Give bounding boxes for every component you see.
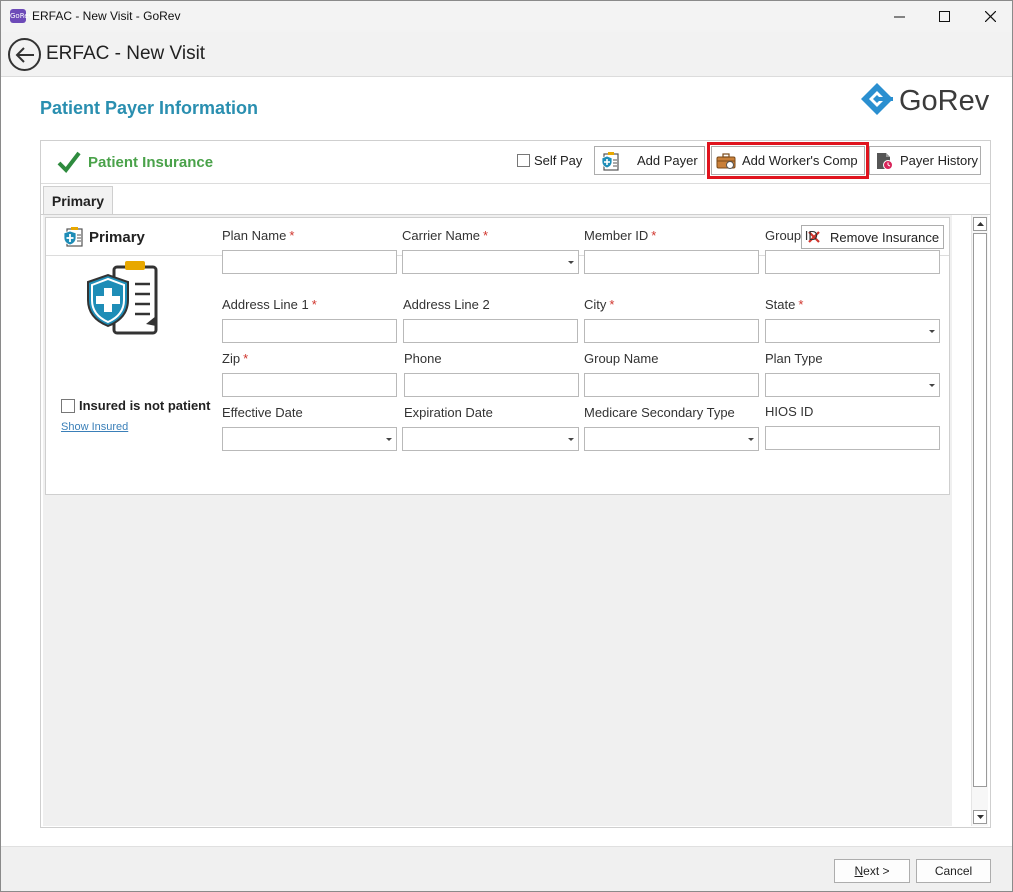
cancel-button[interactable]: Cancel (916, 859, 991, 883)
insured-not-patient-checkbox[interactable]: Insured is not patient (61, 398, 210, 413)
phone-label: Phone (404, 351, 442, 366)
close-icon (984, 11, 996, 22)
plan-type-label: Plan Type (765, 351, 823, 366)
member-id-input[interactable] (584, 250, 759, 274)
address-line-2-label: Address Line 2 (403, 297, 490, 312)
group-name-label: Group Name (584, 351, 659, 366)
hios-id-label: HIOS ID (765, 404, 814, 419)
gorev-logo: GoRev (859, 81, 994, 125)
maximize-icon (938, 11, 950, 22)
page-title: Patient Payer Information (40, 98, 259, 118)
next-label: ext > (863, 864, 890, 878)
next-mnemonic: N (854, 864, 864, 878)
panel-title: Patient Insurance (88, 154, 214, 171)
self-pay-checkbox[interactable]: Self Pay (517, 153, 582, 168)
checkbox-box[interactable] (517, 154, 530, 167)
group-id-input[interactable] (765, 250, 940, 274)
group-id-label: Group ID (765, 228, 818, 243)
patient-insurance-panel: Patient Insurance Self Pay Add Payer Add… (40, 140, 991, 828)
hios-id-input[interactable] (765, 426, 940, 450)
payer-history-icon (874, 151, 894, 171)
minimize-icon (893, 16, 905, 18)
page-header: ERFAC - New Visit (1, 32, 1012, 77)
state-label: State * (765, 297, 804, 312)
medicare-secondary-type-dropdown[interactable] (584, 427, 759, 451)
city-input[interactable] (584, 319, 759, 343)
chevron-down-icon (976, 815, 984, 819)
state-dropdown[interactable] (765, 319, 940, 343)
remove-insurance-button[interactable]: Remove Insurance (801, 225, 944, 249)
briefcase-icon (716, 152, 736, 170)
payer-history-button[interactable]: Payer History (869, 146, 981, 175)
add-workers-comp-label: Add Worker's Comp (742, 153, 858, 168)
vertical-scrollbar[interactable] (971, 215, 988, 826)
zip-input[interactable] (222, 373, 397, 397)
remove-insurance-label: Remove Insurance (830, 229, 940, 245)
effective-date-picker[interactable] (222, 427, 397, 451)
chevron-up-icon (976, 222, 984, 226)
app-icon: GoRev (10, 9, 33, 23)
next-button[interactable]: Next > (834, 859, 910, 883)
window-title: ERFAC - New Visit - GoRev (32, 9, 181, 23)
effective-date-label: Effective Date (222, 405, 303, 420)
expiration-date-picker[interactable] (402, 427, 579, 451)
carrier-name-dropdown[interactable] (402, 250, 579, 274)
close-button[interactable] (967, 1, 1013, 32)
add-payer-icon (599, 151, 621, 171)
address-line-2-input[interactable] (403, 319, 578, 343)
show-insured-link[interactable]: Show Insured (61, 421, 128, 433)
checkbox-box[interactable] (61, 398, 75, 413)
scroll-thumb[interactable] (973, 233, 987, 787)
app-window: GoRev ERFAC - New Visit - GoRev ERFAC - … (0, 0, 1013, 892)
back-button[interactable] (8, 38, 41, 71)
minimize-button[interactable] (876, 1, 922, 32)
panel-header: Patient Insurance Self Pay Add Payer Add… (41, 141, 990, 184)
scroll-down-button[interactable] (973, 810, 987, 824)
logo-text: GoRev (899, 85, 990, 117)
plan-name-input[interactable] (222, 250, 397, 274)
plan-type-dropdown[interactable] (765, 373, 940, 397)
card-title: Primary (89, 229, 145, 246)
payer-history-label: Payer History (900, 153, 979, 168)
member-id-label: Member ID * (584, 228, 657, 243)
add-workers-comp-button[interactable]: Add Worker's Comp (707, 142, 869, 179)
title-bar: GoRev ERFAC - New Visit - GoRev (1, 1, 1012, 32)
primary-insurance-card: Primary Remove Insurance Insured is not … (45, 217, 950, 495)
scroll-up-button[interactable] (973, 217, 987, 231)
checkmark-icon (57, 151, 81, 174)
group-name-input[interactable] (584, 373, 759, 397)
zip-label: Zip * (222, 351, 249, 366)
address-line-1-label: Address Line 1 * (222, 297, 317, 312)
insured-not-patient-label: Insured is not patient (79, 398, 211, 413)
add-payer-button[interactable]: Add Payer (594, 146, 705, 175)
carrier-name-label: Carrier Name * (402, 228, 489, 243)
address-line-1-input[interactable] (222, 319, 397, 343)
maximize-button[interactable] (921, 1, 967, 32)
self-pay-label: Self Pay (534, 153, 583, 168)
plan-name-label: Plan Name * (222, 228, 295, 243)
phone-input[interactable] (404, 373, 579, 397)
arrow-left-icon (15, 46, 34, 63)
add-payer-label: Add Payer (637, 153, 698, 168)
expiration-date-label: Expiration Date (404, 405, 493, 420)
medicare-secondary-type-label: Medicare Secondary Type (584, 405, 735, 420)
tab-primary[interactable]: Primary (43, 186, 113, 215)
insurance-clipboard-icon (84, 256, 166, 343)
city-label: City * (584, 297, 615, 312)
header-title: ERFAC - New Visit (46, 43, 206, 64)
insurance-icon (61, 226, 85, 253)
footer-bar: Next > Cancel (1, 846, 1012, 891)
